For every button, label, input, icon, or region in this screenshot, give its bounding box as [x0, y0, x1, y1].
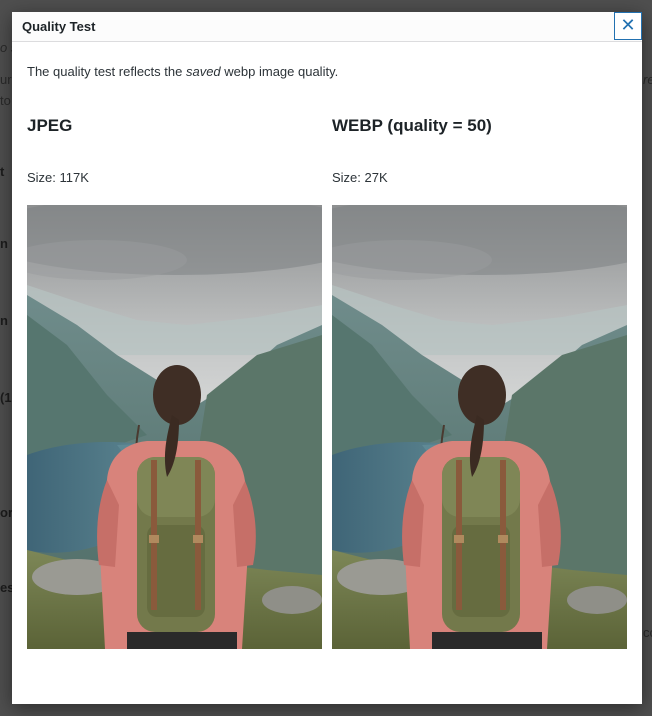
- jpeg-size: Size: 117K: [27, 170, 89, 185]
- bg-fragment: (1: [0, 390, 12, 405]
- dialog-title: Quality Test: [22, 19, 96, 34]
- quality-test-dialog: Quality Test ✕ The quality test reflects…: [12, 12, 642, 704]
- jpeg-preview-image: [27, 205, 322, 649]
- intro-text: The quality test reflects the saved webp…: [27, 64, 338, 79]
- bg-fragment: cc: [643, 625, 652, 640]
- intro-text-end: webp image quality.: [220, 64, 339, 79]
- bg-fragment: ur: [0, 72, 12, 87]
- webp-heading: WEBP (quality = 50): [332, 116, 492, 135]
- close-icon: ✕: [620, 15, 636, 36]
- jpeg-heading: JPEG: [27, 116, 73, 135]
- bg-fragment: n: [0, 313, 8, 328]
- webp-size: Size: 27K: [332, 170, 388, 185]
- bg-fragment: re: [643, 72, 652, 87]
- bg-fragment: t: [0, 164, 5, 179]
- bg-fragment: n: [0, 236, 8, 251]
- intro-text-start: The quality test reflects the: [27, 64, 186, 79]
- dialog-header: Quality Test ✕: [12, 12, 642, 42]
- close-button[interactable]: ✕: [614, 12, 642, 40]
- webp-preview-image: [332, 205, 627, 649]
- bg-fragment: to: [0, 93, 11, 108]
- intro-text-emphasis: saved: [185, 64, 221, 79]
